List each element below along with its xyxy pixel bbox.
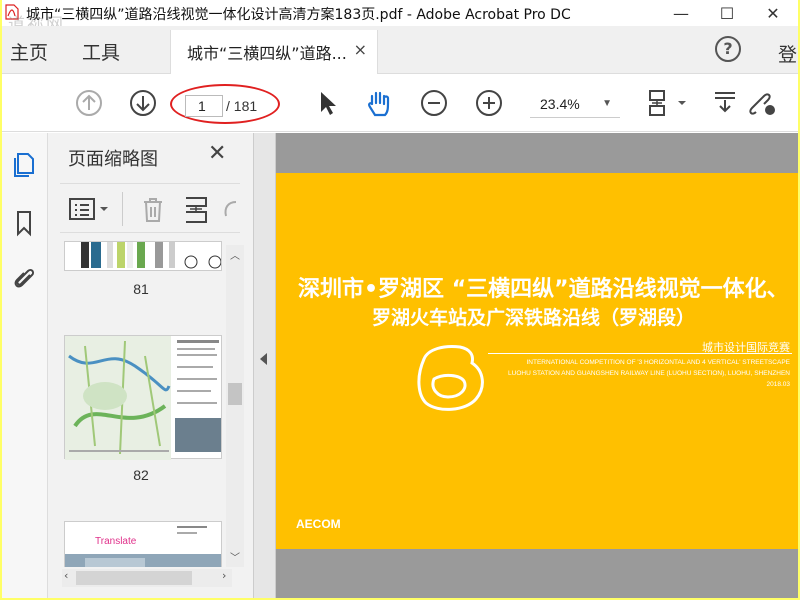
page-number-input[interactable]: 1 bbox=[185, 95, 223, 117]
document-tab-label: 城市“三横四纵”道路... bbox=[187, 44, 347, 63]
document-view[interactable]: 深圳市•罗湖区 “三横四纵”道路沿线视觉一体化、 罗湖火车站及广深铁路沿线（罗湖… bbox=[276, 133, 798, 598]
thumbnails-panel: 页面缩略图 ✕ 81 82 Translate ︿ ﹀ ‹ › bbox=[48, 133, 254, 598]
thumbnail-label: 81 bbox=[133, 281, 149, 297]
redact-icon[interactable] bbox=[710, 88, 740, 118]
page-subtitle: 罗湖火车站及广深铁路沿线（罗湖段） bbox=[372, 307, 696, 329]
share-link-icon[interactable] bbox=[746, 88, 780, 118]
chevron-down-icon: ▼ bbox=[602, 98, 612, 109]
thumbnail-page-81[interactable] bbox=[64, 241, 222, 271]
brand-logo: AECOM bbox=[296, 517, 341, 531]
thumbnail-scrollbar-vertical[interactable]: ︿ ﹀ bbox=[226, 245, 244, 567]
next-page-icon[interactable] bbox=[128, 88, 158, 118]
scrollbar-thumb[interactable] bbox=[228, 383, 242, 405]
hand-tool-icon[interactable] bbox=[364, 88, 394, 118]
chevron-up-icon[interactable]: ︿ bbox=[230, 247, 240, 262]
thumbnail-list: 81 82 Translate bbox=[48, 237, 234, 567]
page-total: / 181 bbox=[226, 98, 258, 114]
thumbnail-image bbox=[65, 526, 221, 567]
competition-line-1: INTERNATIONAL COMPETITION OF '3 HORIZONT… bbox=[526, 359, 791, 366]
chevron-right-icon[interactable]: › bbox=[222, 569, 226, 582]
thumbnail-image bbox=[65, 336, 221, 460]
pdf-page: 深圳市•罗湖区 “三横四纵”道路沿线视觉一体化、 罗湖火车站及广深铁路沿线（罗湖… bbox=[276, 173, 798, 549]
close-tab-icon[interactable]: × bbox=[354, 40, 367, 59]
zoom-level-value: 23.4% bbox=[540, 96, 580, 112]
page-fit-icon[interactable] bbox=[644, 88, 690, 118]
competition-logo bbox=[417, 345, 484, 411]
tab-tools[interactable]: 工具 bbox=[82, 38, 120, 65]
competition-title-cn: 城市设计国际竞赛 bbox=[702, 341, 790, 354]
thumbnail-options-icon[interactable] bbox=[68, 196, 112, 222]
thumbnail-page-83[interactable]: Translate bbox=[64, 521, 222, 567]
attachment-icon[interactable] bbox=[10, 265, 38, 293]
panel-title: 页面缩略图 bbox=[68, 149, 158, 170]
zoom-out-icon[interactable] bbox=[419, 88, 449, 118]
navigation-rail bbox=[2, 133, 48, 598]
chevron-left-icon[interactable]: ‹ bbox=[64, 569, 68, 582]
zoom-level-select[interactable]: 23.4% ▼ bbox=[530, 92, 620, 118]
thumbnail-page-82[interactable] bbox=[64, 335, 222, 460]
panel-toolbar bbox=[60, 183, 240, 233]
thumbnail-image bbox=[81, 242, 221, 269]
chevron-left-icon[interactable] bbox=[260, 353, 267, 365]
chevron-down-icon[interactable]: ﹀ bbox=[230, 549, 240, 564]
tabs-bar: 主页 工具 城市“三横四纵”道路... × ? 登 bbox=[2, 26, 798, 74]
competition-title-en: INTERNATIONAL COMPETITION OF '3 HORIZONT… bbox=[508, 357, 790, 390]
extract-pages-icon[interactable] bbox=[182, 194, 212, 224]
thumbnail-scrollbar-horizontal[interactable]: ‹ › bbox=[62, 569, 232, 587]
zoom-in-icon[interactable] bbox=[474, 88, 504, 118]
bookmark-icon[interactable] bbox=[10, 209, 38, 237]
competition-date: 2018.03 bbox=[766, 381, 791, 388]
minimize-button[interactable]: — bbox=[658, 0, 704, 26]
main-toolbar: 1 / 181 23.4% ▼ bbox=[2, 74, 798, 132]
close-panel-icon[interactable]: ✕ bbox=[208, 141, 226, 166]
thumbnail-label: 82 bbox=[133, 467, 149, 483]
acrobat-window: 城市“三横四纵”道路沿线视觉一体化设计高清方案183页.pdf - Adobe … bbox=[2, 0, 798, 598]
window-title: 城市“三横四纵”道路沿线视觉一体化设计高清方案183页.pdf - Adobe … bbox=[26, 7, 571, 23]
panel-collapse-handle[interactable] bbox=[254, 133, 276, 598]
delete-icon[interactable] bbox=[140, 196, 166, 224]
help-icon[interactable]: ? bbox=[715, 36, 741, 62]
tab-document[interactable]: 城市“三横四纵”道路... × bbox=[170, 30, 378, 74]
page-title: 深圳市•罗湖区 “三横四纵”道路沿线视觉一体化、 bbox=[298, 277, 789, 302]
select-cursor-icon[interactable] bbox=[312, 88, 342, 118]
close-window-button[interactable]: ✕ bbox=[750, 0, 796, 26]
maximize-button[interactable]: ☐ bbox=[704, 0, 750, 26]
page-thumbnails-icon[interactable] bbox=[10, 151, 38, 179]
tab-home[interactable]: 主页 bbox=[10, 38, 48, 65]
scrollbar-thumb[interactable] bbox=[76, 571, 192, 585]
sign-in-link[interactable]: 登 bbox=[778, 40, 797, 67]
previous-page-icon[interactable] bbox=[74, 88, 104, 118]
divider bbox=[122, 192, 123, 226]
rotate-icon[interactable] bbox=[220, 196, 240, 224]
competition-line-2: LUOHU STATION AND GUANGSHEN RAILWAY LINE… bbox=[508, 370, 790, 377]
title-bar: 城市“三横四纵”道路沿线视觉一体化设计高清方案183页.pdf - Adobe … bbox=[2, 0, 798, 35]
